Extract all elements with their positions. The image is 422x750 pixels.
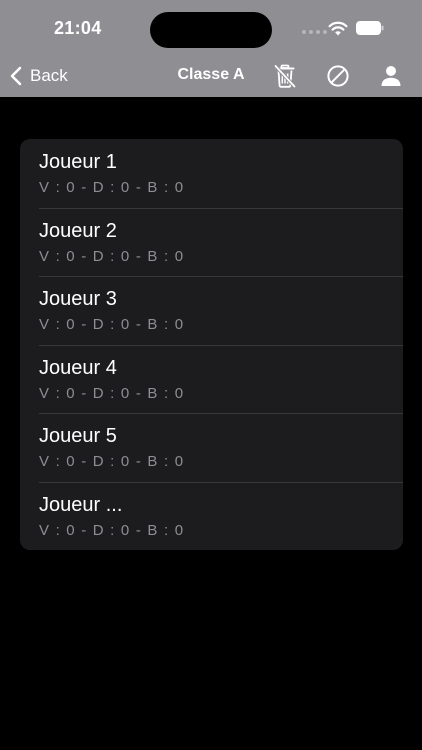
navigation-header: 21:04 Back Classe A [0,0,422,97]
back-label: Back [30,66,68,85]
profile-button[interactable] [377,62,405,90]
player-row[interactable]: Joueur 3 V : 0 - D : 0 - B : 0 [20,276,403,345]
back-button[interactable]: Back [10,62,68,90]
page-title: Classe A [177,66,245,83]
player-stats: V : 0 - D : 0 - B : 0 [39,316,185,333]
status-bar: 21:04 [0,0,422,56]
player-stats: V : 0 - D : 0 - B : 0 [39,247,185,265]
person-icon [381,66,401,86]
player-name: Joueur 3 [39,288,117,310]
player-stats: V : 0 - D : 0 - B : 0 [39,179,185,196]
trash-slash-icon [274,64,296,88]
prohibited-icon [327,65,349,87]
player-name: Joueur 2 [39,219,117,242]
player-name: Joueur 5 [39,425,117,447]
player-stats: V : 0 - D : 0 - B : 0 [39,384,185,402]
battery-icon [356,21,384,35]
player-list: Joueur 1 V : 0 - D : 0 - B : 0 Joueur 2 … [20,139,403,550]
delete-disabled-button[interactable] [271,62,299,90]
player-row[interactable]: Joueur 4 V : 0 - D : 0 - B : 0 [20,344,403,414]
nav-bar: Back Classe A [0,56,422,97]
player-stats: V : 0 - D : 0 - B : 0 [39,453,185,470]
player-name: Joueur 4 [39,356,117,379]
wifi-icon [328,21,348,36]
player-row[interactable]: Joueur ... V : 0 - D : 0 - B : 0 [20,481,403,551]
player-row[interactable]: Joueur 2 V : 0 - D : 0 - B : 0 [20,207,403,277]
player-row[interactable]: Joueur 5 V : 0 - D : 0 - B : 0 [20,413,403,482]
status-time: 21:04 [54,18,102,38]
dynamic-island [150,12,272,48]
player-name: Joueur ... [39,493,123,516]
chevron-left-icon [10,66,22,86]
player-stats: V : 0 - D : 0 - B : 0 [39,521,185,539]
block-button[interactable] [324,62,352,90]
player-row[interactable]: Joueur 1 V : 0 - D : 0 - B : 0 [20,139,403,208]
player-name: Joueur 1 [39,151,117,173]
cellular-signal-icon [302,30,327,34]
